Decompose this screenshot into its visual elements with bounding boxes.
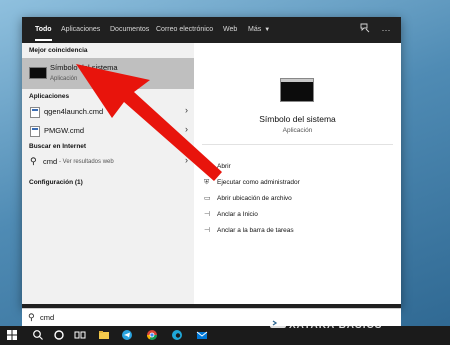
red-arrow-head-icon	[76, 64, 222, 181]
annotation-arrow	[76, 64, 222, 200]
arrow-tail	[200, 176, 214, 200]
